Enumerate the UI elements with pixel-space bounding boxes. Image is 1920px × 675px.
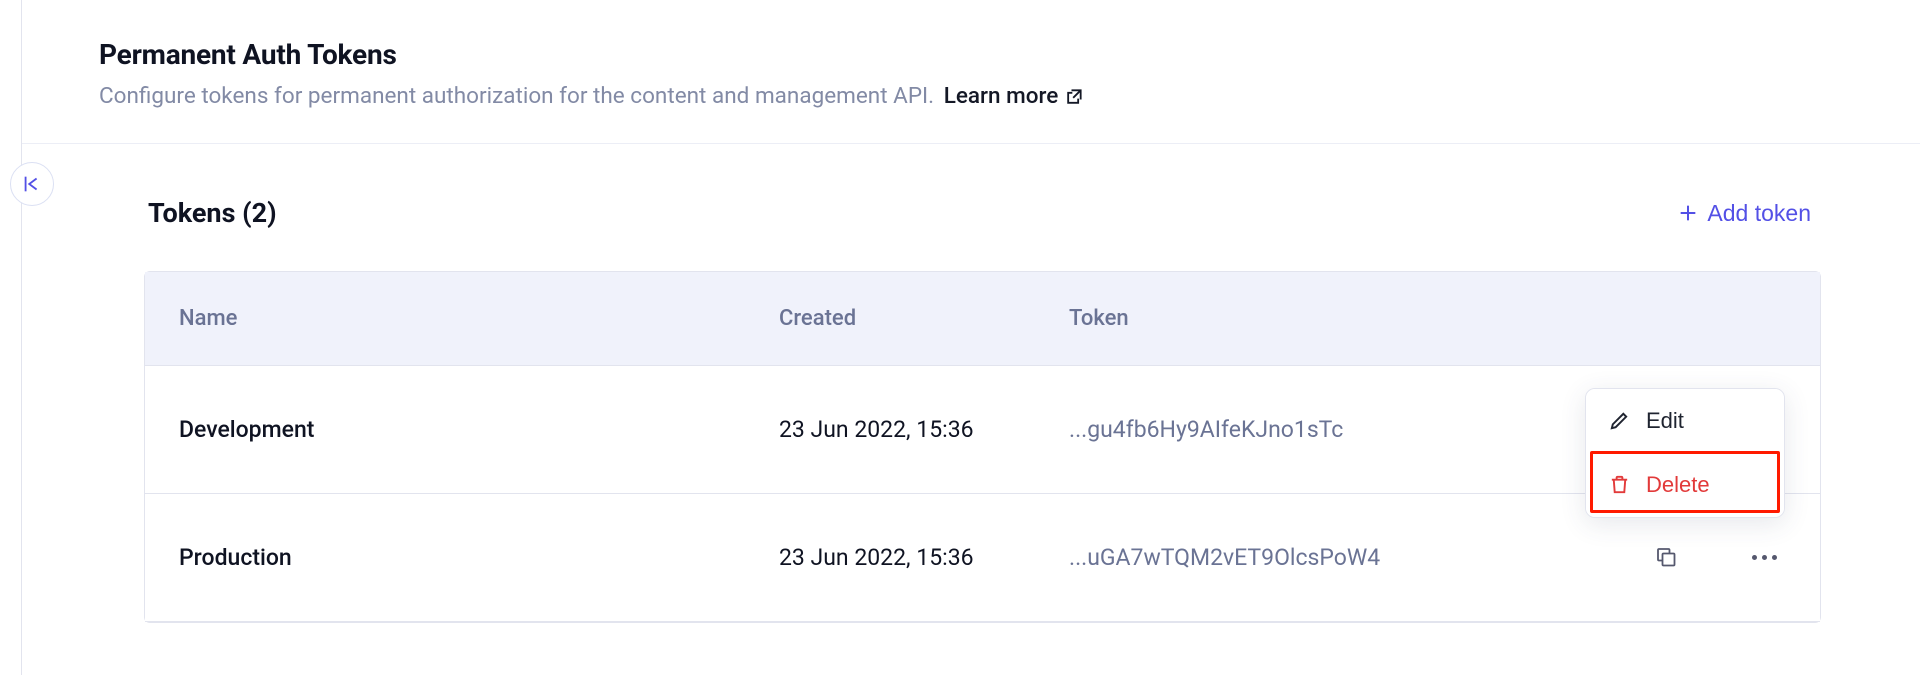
edit-label: Edit bbox=[1646, 408, 1684, 434]
col-name: Name bbox=[179, 306, 779, 331]
col-token: Token bbox=[1069, 306, 1574, 331]
tokens-heading: Tokens (2) bbox=[148, 197, 277, 229]
table-row: Development 23 Jun 2022, 15:36 ...gu4fb6… bbox=[145, 366, 1820, 494]
tokens-table: Name Created Token Development 23 Jun 20… bbox=[144, 271, 1821, 623]
token-name: Production bbox=[179, 544, 779, 571]
tokens-section: Tokens (2) Add token Name Created Token … bbox=[0, 144, 1920, 623]
token-value: ...gu4fb6Hy9AIfeKJno1sTc bbox=[1069, 416, 1574, 443]
page-title: Permanent Auth Tokens bbox=[99, 38, 1920, 71]
copy-icon bbox=[1654, 545, 1678, 569]
more-horizontal-icon bbox=[1752, 555, 1777, 560]
plus-icon bbox=[1677, 202, 1699, 224]
learn-more-label: Learn more bbox=[944, 81, 1059, 113]
token-created: 23 Jun 2022, 15:36 bbox=[779, 544, 1069, 571]
left-rail-divider bbox=[21, 0, 22, 675]
trash-icon bbox=[1608, 473, 1631, 496]
row-actions-menu: Edit Delete bbox=[1585, 388, 1785, 518]
row-actions-button[interactable] bbox=[1744, 537, 1784, 577]
add-token-button[interactable]: Add token bbox=[1671, 196, 1817, 231]
learn-more-link[interactable]: Learn more bbox=[944, 81, 1085, 113]
tokens-count: 2 bbox=[252, 197, 268, 229]
token-value: ...uGA7wTQM2vET9OlcsPoW4 bbox=[1069, 544, 1574, 571]
collapse-left-icon bbox=[21, 173, 43, 195]
page-header: Permanent Auth Tokens Configure tokens f… bbox=[0, 0, 1920, 143]
page-subtitle-text: Configure tokens for permanent authoriza… bbox=[99, 83, 934, 109]
token-name: Development bbox=[179, 416, 779, 443]
copy-token-button[interactable] bbox=[1646, 537, 1686, 577]
col-created: Created bbox=[779, 306, 1069, 331]
token-created: 23 Jun 2022, 15:36 bbox=[779, 416, 1069, 443]
pencil-icon bbox=[1608, 409, 1631, 432]
add-token-label: Add token bbox=[1707, 200, 1811, 227]
external-link-icon bbox=[1064, 87, 1084, 107]
delete-menu-item[interactable]: Delete bbox=[1586, 453, 1784, 517]
table-header: Name Created Token bbox=[145, 272, 1820, 366]
sidebar-collapse-button[interactable] bbox=[10, 162, 54, 206]
table-row: Production 23 Jun 2022, 15:36 ...uGA7wTQ… bbox=[145, 494, 1820, 622]
delete-label: Delete bbox=[1646, 472, 1710, 498]
tokens-heading-label: Tokens bbox=[148, 197, 235, 229]
edit-menu-item[interactable]: Edit bbox=[1586, 389, 1784, 453]
page-subtitle: Configure tokens for permanent authoriza… bbox=[99, 81, 1920, 113]
